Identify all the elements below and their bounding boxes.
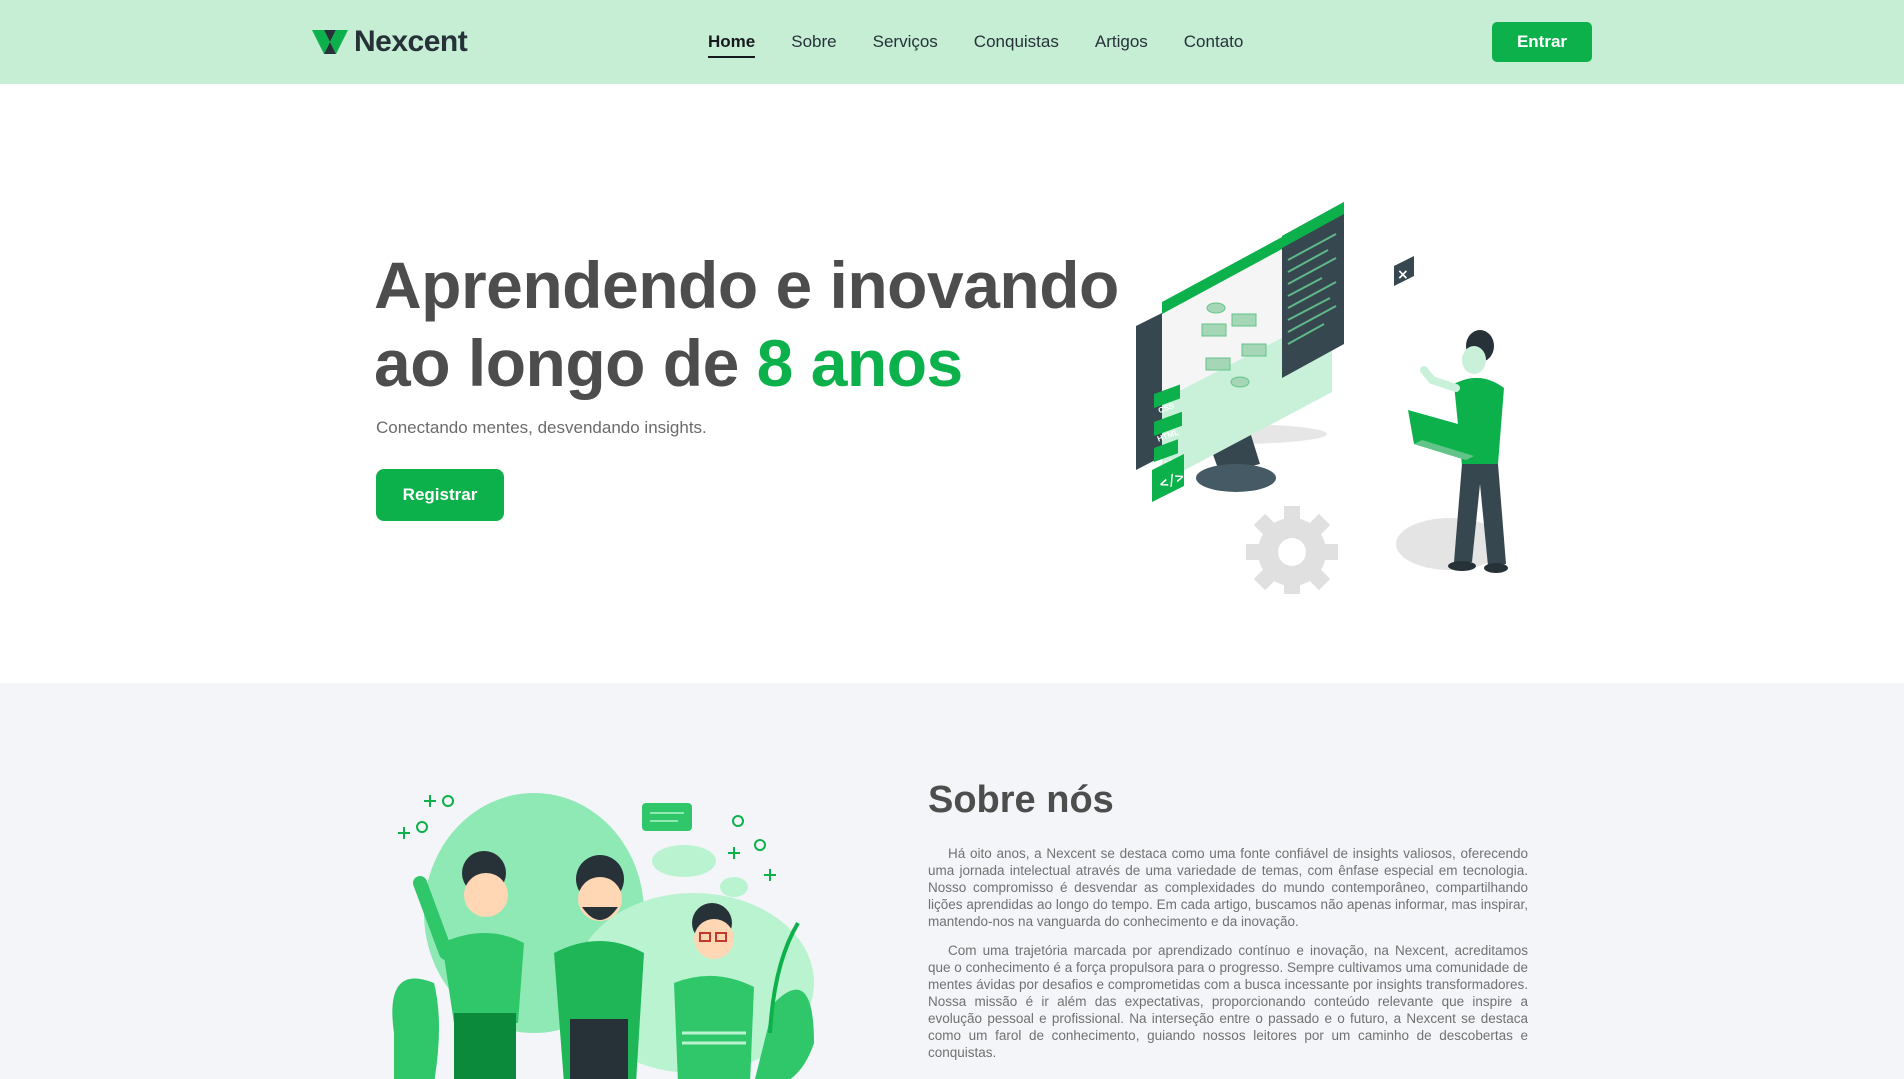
about-text: Há oito anos, a Nexcent se destaca como … [928, 845, 1528, 1073]
close-badge-icon: × [1394, 256, 1414, 286]
about-section: Sobre nós Há oito anos, a Nexcent se des… [0, 683, 1904, 1079]
monitor-base [1196, 464, 1276, 492]
developer-illustration: CSS HTML C++ </> × [1136, 202, 1508, 594]
nav-item-home[interactable]: Home [708, 30, 756, 58]
hero-section: Aprendendo e inovando ao longo de 8 anos… [0, 84, 1904, 683]
plant-left [392, 978, 439, 1079]
about-title: Sobre nós [928, 779, 1114, 821]
logo-icon [312, 30, 348, 54]
hero-title-accent: 8 anos [756, 326, 964, 400]
logo[interactable]: Nexcent [312, 24, 468, 60]
nav-item-artigos[interactable]: Artigos [1095, 30, 1148, 58]
gear-icon [1246, 506, 1338, 594]
about-paragraph-1: Há oito anos, a Nexcent se destaca como … [928, 846, 1528, 929]
register-button[interactable]: Registrar [376, 469, 504, 521]
nav-item-contato[interactable]: Contato [1184, 30, 1244, 58]
chat-bubble-icon [642, 803, 692, 831]
site-header: Nexcent Home Sobre Serviços Conquistas A… [0, 0, 1904, 84]
svg-text:×: × [1397, 267, 1409, 283]
hero-title-line2: ao longo de [374, 326, 757, 400]
nav-item-servicos[interactable]: Serviços [873, 30, 938, 58]
about-paragraph-2: Com uma trajetória marcada por aprendiza… [928, 943, 1528, 1060]
nav-item-conquistas[interactable]: Conquistas [974, 30, 1059, 58]
hero-title: Aprendendo e inovando ao longo de 8 anos [374, 246, 1134, 402]
logo-text: Nexcent [354, 25, 468, 58]
login-button[interactable]: Entrar [1492, 22, 1592, 62]
tablet [570, 1019, 628, 1079]
hero-subtitle: Conectando mentes, desvendando insights. [376, 418, 707, 437]
hero-title-line1: Aprendendo e inovando [374, 248, 1119, 322]
team-illustration [392, 793, 814, 1079]
main-nav: Home Sobre Serviços Conquistas Artigos C… [708, 30, 1279, 58]
nav-item-sobre[interactable]: Sobre [791, 30, 836, 58]
